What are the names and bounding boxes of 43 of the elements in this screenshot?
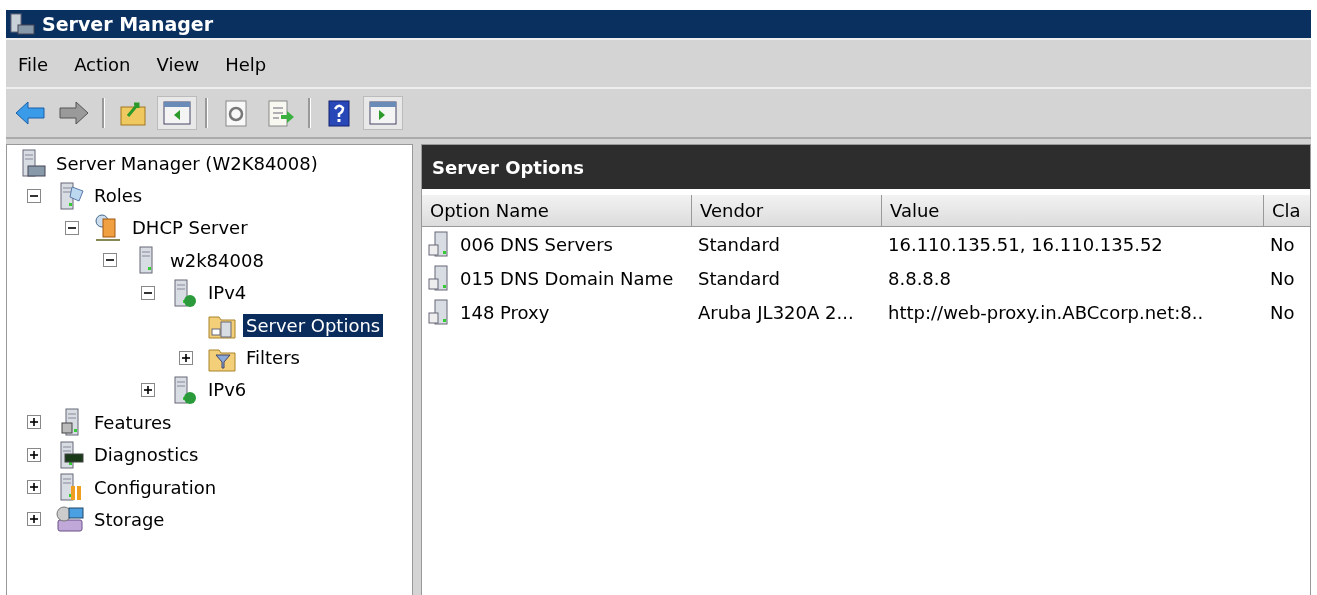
column-header[interactable]: Cla bbox=[1264, 195, 1310, 226]
table-cell: 8.8.8.8 bbox=[888, 267, 951, 289]
table-cell: http://web-proxy.in.ABCcorp.net:8.. bbox=[888, 301, 1204, 323]
menu-item[interactable]: File bbox=[12, 52, 55, 77]
server-icon bbox=[139, 246, 153, 275]
server-icon bbox=[428, 299, 450, 325]
server-icon bbox=[428, 231, 450, 257]
table-cell: No bbox=[1270, 301, 1295, 323]
panel-title: Server Options bbox=[432, 156, 584, 178]
table-cell: 148 Proxy bbox=[460, 301, 550, 323]
table-cell: Aruba JL320A 2... bbox=[698, 301, 854, 323]
table-cell: 015 DNS Domain Name bbox=[460, 267, 674, 289]
tree-item[interactable]: w2k84008 bbox=[167, 248, 267, 272]
tree-item[interactable]: Filters bbox=[243, 346, 303, 370]
tree-item[interactable]: DHCP Server bbox=[129, 216, 251, 240]
tree-item[interactable]: Roles bbox=[91, 184, 146, 208]
tree-item[interactable]: Diagnostics bbox=[91, 443, 202, 467]
menu-item[interactable]: Help bbox=[219, 52, 273, 77]
menu-item[interactable]: Action bbox=[68, 52, 137, 77]
server-icon bbox=[428, 265, 450, 291]
tree-pane-button[interactable] bbox=[157, 96, 197, 130]
table-cell: No bbox=[1270, 267, 1295, 289]
table-cell: Standard bbox=[698, 267, 780, 289]
table-cell: Standard bbox=[698, 233, 780, 255]
window-title: Server Manager bbox=[42, 13, 214, 35]
column-header[interactable]: Value bbox=[882, 195, 1264, 226]
table-cell: 16.110.135.51, 16.110.135.52 bbox=[888, 233, 1163, 255]
server-manager-icon bbox=[10, 13, 36, 35]
tree-item[interactable]: Server Manager (W2K84008) bbox=[53, 151, 321, 175]
column-header[interactable]: Vendor bbox=[692, 195, 882, 226]
tree-item[interactable]: Server Options bbox=[243, 313, 384, 337]
table-cell: 006 DNS Servers bbox=[460, 233, 613, 255]
menu-item[interactable]: View bbox=[150, 52, 206, 77]
dhcp-icon bbox=[93, 212, 123, 243]
tree-item[interactable]: Features bbox=[91, 410, 175, 434]
tree-item[interactable]: IPv4 bbox=[205, 281, 250, 305]
table-cell: No bbox=[1270, 233, 1295, 255]
tree-item[interactable]: Configuration bbox=[91, 475, 220, 499]
features-icon bbox=[61, 408, 79, 437]
tree-item[interactable]: Storage bbox=[91, 508, 168, 531]
column-header[interactable]: Option Name bbox=[422, 195, 692, 226]
storage-icon bbox=[55, 504, 85, 535]
tree-item[interactable]: IPv6 bbox=[205, 378, 250, 402]
